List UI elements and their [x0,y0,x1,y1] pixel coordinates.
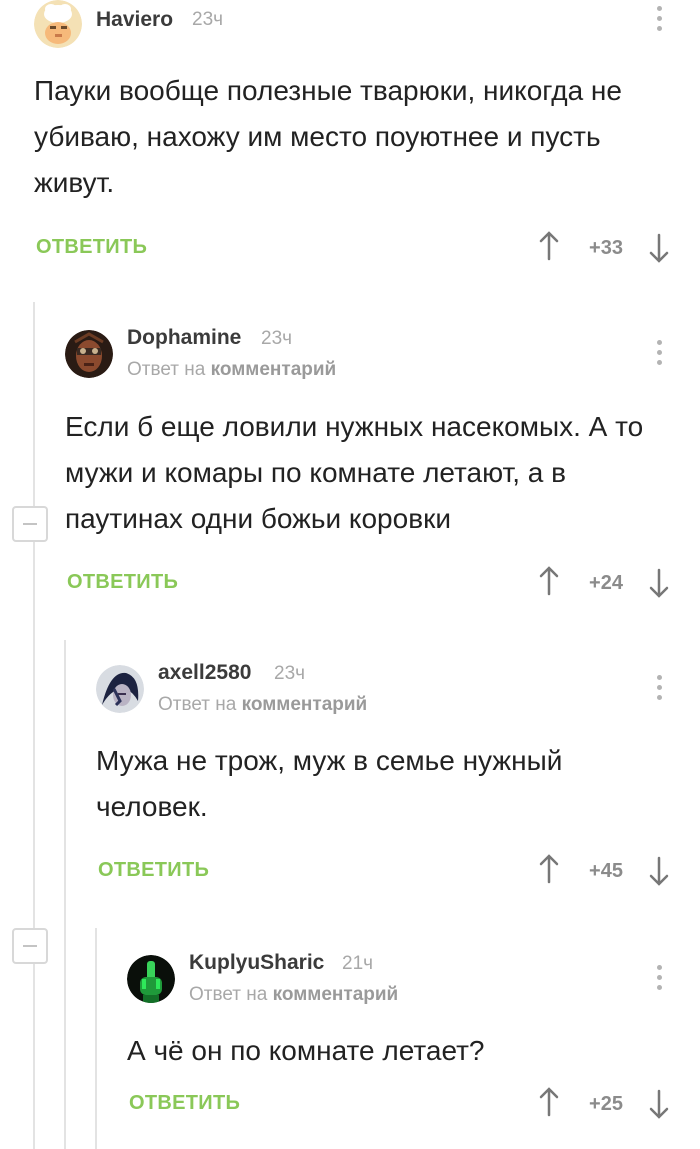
comment-text: А чё он по комнате летает? [127,1035,485,1066]
comment-time: 21ч [342,953,374,974]
arrow-down-icon [649,856,669,886]
comment-text: Пауки вообще полезные тварюки, никогда н… [34,75,622,198]
thread-line-level-2 [64,640,66,1149]
reply-to-label: Ответ на комментарий [158,694,367,716]
reply-to-label: Ответ на комментарий [189,984,398,1006]
arrow-up-icon [539,566,559,596]
avatar[interactable] [65,330,113,378]
collapse-thread-button[interactable] [12,928,48,964]
comment: Dophamine 23ч Ответ на комментарий Если … [65,322,680,622]
arrow-up-icon [539,854,559,884]
avatar[interactable] [127,955,175,1003]
comment-rating: +24 [589,572,623,594]
comment: axell2580 23ч Ответ на комментарий Мужа … [96,657,680,897]
comment-author[interactable]: Dophamine [127,326,241,350]
reply-to-link[interactable]: комментарий [242,694,368,715]
arrow-down-icon [649,1089,669,1119]
reply-to-prefix: Ответ на [189,984,268,1005]
arrow-down-icon [649,568,669,598]
comment-author[interactable]: KuplyuSharic [189,951,324,975]
upvote-button[interactable] [538,854,560,884]
reply-button[interactable]: ОТВЕТИТЬ [98,859,209,882]
collapse-thread-button[interactable] [12,506,48,542]
reply-to-link[interactable]: комментарий [211,359,337,380]
reply-to-prefix: Ответ на [127,359,206,380]
more-vertical-icon[interactable] [652,963,666,993]
comment-time: 23ч [261,328,293,349]
downvote-button[interactable] [648,856,670,886]
reply-to-link[interactable]: комментарий [273,984,399,1005]
reply-button[interactable]: ОТВЕТИТЬ [36,236,147,259]
upvote-button[interactable] [538,1087,560,1117]
comment: Haviero 23ч Пауки вообще полезные тварюк… [34,0,680,280]
arrow-down-icon [649,233,669,263]
comment-text: Мужа не трож, муж в семье нужный человек… [96,745,563,822]
more-vertical-icon[interactable] [652,4,666,34]
downvote-button[interactable] [648,568,670,598]
comment-author[interactable]: Haviero [96,8,173,32]
collapse-minus-icon [23,523,37,525]
reply-button[interactable]: ОТВЕТИТЬ [67,571,178,594]
more-vertical-icon[interactable] [652,673,666,703]
thread-line-level-3 [95,928,97,1149]
thread-line-level-1 [33,302,35,1149]
comment-time: 23ч [274,663,306,684]
more-vertical-icon[interactable] [652,338,666,368]
downvote-button[interactable] [648,233,670,263]
comment: KuplyuSharic 21ч Ответ на комментарий А … [127,947,680,1137]
upvote-button[interactable] [538,566,560,596]
avatar[interactable] [34,0,82,48]
avatar[interactable] [96,665,144,713]
reply-to-prefix: Ответ на [158,694,237,715]
comment-rating: +45 [589,860,623,882]
comment-author[interactable]: axell2580 [158,661,251,685]
arrow-up-icon [539,231,559,261]
comment-text: Если б еще ловили нужных насекомых. А то… [65,411,644,534]
comment-time: 23ч [192,9,224,30]
upvote-button[interactable] [538,231,560,261]
comment-rating: +33 [589,237,623,259]
comment-rating: +25 [589,1093,623,1115]
reply-to-label: Ответ на комментарий [127,359,336,381]
downvote-button[interactable] [648,1089,670,1119]
arrow-up-icon [539,1087,559,1117]
collapse-minus-icon [23,945,37,947]
reply-button[interactable]: ОТВЕТИТЬ [129,1092,240,1115]
